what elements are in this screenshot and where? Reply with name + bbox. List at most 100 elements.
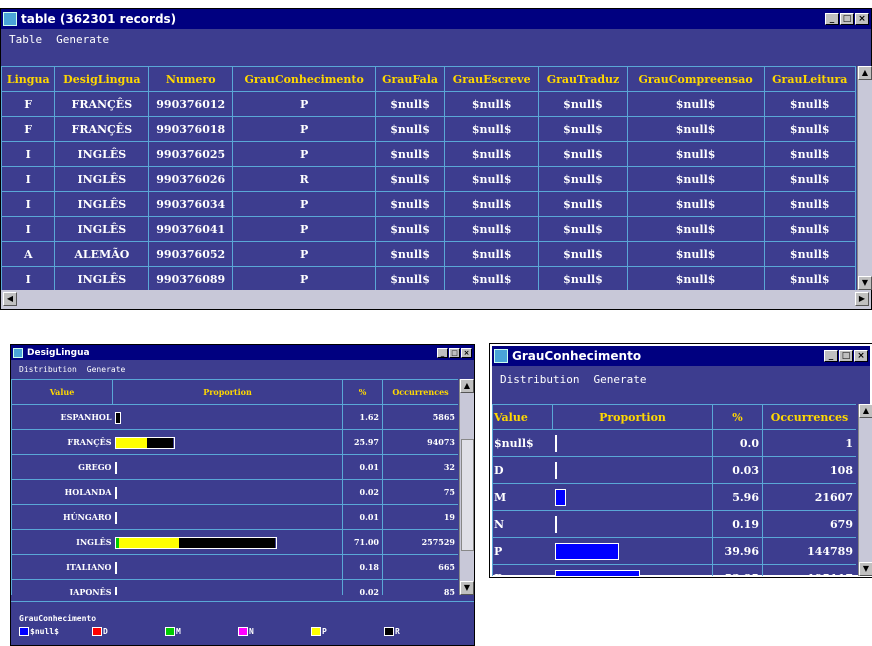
column-header[interactable]: Occurrences xyxy=(382,379,458,405)
legend-swatch xyxy=(92,627,102,636)
table-row[interactable]: I INGLÊS 990376026 R $null$ $null$ $null$ $null… xyxy=(1,166,856,192)
minimize-button[interactable]: _ xyxy=(824,350,838,362)
table-row[interactable]: F FRANÇÊS 990376012 P $null$ $null$ $null$ $nul… xyxy=(1,91,856,117)
column-header[interactable]: Occurrences xyxy=(762,404,856,430)
table-row[interactable]: I INGLÊS 990376041 P $null$ $null$ $null$ $null… xyxy=(1,216,856,242)
value-cell: ESPANHOL xyxy=(11,404,113,430)
table-row[interactable]: I INGLÊS 990376034 P $null$ $null$ $null$ $null… xyxy=(1,191,856,217)
table-menubar: Table Generate xyxy=(1,29,871,49)
scroll-right-button[interactable]: ▶ xyxy=(855,292,869,306)
grau-vertical-scrollbar[interactable]: ▲ ▼ xyxy=(858,404,872,576)
column-header[interactable]: Proportion xyxy=(552,404,713,430)
table-cell: $null$ xyxy=(626,191,765,217)
column-header[interactable]: % xyxy=(712,404,763,430)
close-button[interactable]: × xyxy=(461,347,472,358)
percent-cell: 0.19 xyxy=(712,510,763,538)
scroll-down-button[interactable]: ▼ xyxy=(858,276,872,290)
desiglingua-vertical-scrollbar[interactable]: ▲ ▼ xyxy=(459,379,474,595)
scroll-down-button[interactable]: ▼ xyxy=(460,581,474,595)
distribution-row[interactable]: $null$ 0.0 1 xyxy=(492,429,856,457)
grau-titlebar[interactable]: GrauConhecimento _ □ × xyxy=(492,346,870,366)
table-cell: $null$ xyxy=(538,141,628,167)
scroll-down-button[interactable]: ▼ xyxy=(859,562,872,576)
table-cell: F xyxy=(1,116,56,142)
scroll-up-button[interactable]: ▲ xyxy=(859,404,872,418)
distribution-table: Value Proportion% Occurrences ESPANHOL 1.62… xyxy=(11,379,458,595)
maximize-button[interactable]: □ xyxy=(449,347,460,358)
distribution-row[interactable]: ITALIANO 0.18 665 xyxy=(11,554,458,580)
column-header[interactable]: GrauLeitura xyxy=(763,66,856,92)
table-cell: $null$ xyxy=(763,116,856,142)
table-row[interactable]: I INGLÊS 990376089 P $null$ $null$ $null$ $null… xyxy=(1,266,856,290)
maximize-button[interactable]: □ xyxy=(840,13,854,25)
menu-distribution[interactable]: Distribution xyxy=(19,365,77,374)
legend-title: GrauConhecimento xyxy=(19,614,97,623)
column-header[interactable]: GrauConhecimento xyxy=(232,66,377,92)
column-header[interactable]: Lingua xyxy=(1,66,56,92)
table-vertical-scrollbar[interactable]: ▲ ▼ xyxy=(857,66,872,290)
desiglingua-titlebar[interactable]: DesigLingua _ □ × xyxy=(11,345,474,360)
table-cell: INGLÊS xyxy=(54,216,150,242)
percent-cell: 25.97 xyxy=(342,429,383,455)
menu-distribution[interactable]: Distribution xyxy=(500,373,579,386)
table-window: table (362301 records) _ □ × Table Gener… xyxy=(0,8,872,310)
menu-generate[interactable]: Generate xyxy=(593,373,646,386)
column-header[interactable]: Numero xyxy=(148,66,234,92)
scroll-up-button[interactable]: ▲ xyxy=(460,379,474,393)
menu-table[interactable]: Table xyxy=(9,33,42,46)
column-header[interactable]: GrauTraduz xyxy=(538,66,628,92)
minimize-button[interactable]: _ xyxy=(825,13,839,25)
distribution-row[interactable]: HÚNGARO 0.01 19 xyxy=(11,504,458,530)
table-row[interactable]: I INGLÊS 990376025 P $null$ $null$ $null$ $null… xyxy=(1,141,856,167)
legend-swatch xyxy=(19,627,29,636)
minimize-button[interactable]: _ xyxy=(437,347,448,358)
occurrences-cell: 1 xyxy=(762,429,856,457)
distribution-row[interactable]: FRANÇÊS 25.97 94073 xyxy=(11,429,458,455)
scroll-thumb[interactable] xyxy=(461,439,474,551)
table-cell: P xyxy=(232,141,377,167)
table-horizontal-scrollbar[interactable]: ◀ ▶ xyxy=(1,290,871,309)
column-header[interactable]: GrauEscreve xyxy=(444,66,540,92)
column-header[interactable]: Proportion xyxy=(112,379,343,405)
column-header[interactable]: Value xyxy=(11,379,113,405)
distribution-row[interactable]: P 39.96 144789 xyxy=(492,537,856,565)
column-header[interactable]: DesigLingua xyxy=(54,66,150,92)
table-cell: I xyxy=(1,266,56,290)
distribution-row[interactable]: D 0.03 108 xyxy=(492,456,856,484)
table-cell: 990376025 xyxy=(148,141,234,167)
menu-generate[interactable]: Generate xyxy=(56,33,109,46)
distribution-row[interactable]: GREGO 0.01 32 xyxy=(11,454,458,480)
distribution-row[interactable]: R 53.85195117 xyxy=(492,564,856,576)
distribution-row[interactable]: ESPANHOL 1.62 5865 xyxy=(11,404,458,430)
column-header[interactable]: GrauFala xyxy=(375,66,446,92)
desiglingua-app-icon xyxy=(13,347,23,358)
maximize-button[interactable]: □ xyxy=(839,350,853,362)
column-header[interactable]: % xyxy=(342,379,383,405)
close-button[interactable]: × xyxy=(855,13,869,25)
distribution-row[interactable]: N 0.19 679 xyxy=(492,510,856,538)
menu-generate[interactable]: Generate xyxy=(87,365,126,374)
distribution-row[interactable]: HOLANDA 0.02 75 xyxy=(11,479,458,505)
scroll-left-button[interactable]: ◀ xyxy=(3,292,17,306)
bar-segment xyxy=(147,437,174,448)
scroll-up-button[interactable]: ▲ xyxy=(858,66,872,80)
proportion-bar xyxy=(114,486,117,499)
legend-label: M xyxy=(176,627,181,636)
column-header[interactable]: Value xyxy=(492,404,553,430)
distribution-row[interactable]: JAPONÊS 0.02 85 xyxy=(11,579,458,595)
close-button[interactable]: × xyxy=(854,350,868,362)
table-window-titlebar[interactable]: table (362301 records) _ □ × xyxy=(1,9,871,29)
table-cell: $null$ xyxy=(626,216,765,242)
percent-cell: 5.96 xyxy=(712,483,763,511)
occurrences-cell: 195117 xyxy=(762,564,856,576)
occurrences-cell: 21607 xyxy=(762,483,856,511)
table-row[interactable]: A ALEMÃO 990376052 P $null$ $null$ $null$ $null… xyxy=(1,241,856,267)
table-row[interactable]: F FRANÇÊS 990376018 P $null$ $null$ $null$ $nul… xyxy=(1,116,856,142)
proportion-bar xyxy=(114,536,277,549)
distribution-row[interactable]: INGLÊS 71.00 257529 xyxy=(11,529,458,555)
proportion-cell xyxy=(552,483,713,511)
column-header[interactable]: GrauCompreensao xyxy=(626,66,765,92)
legend-items: $null$ D M N P R xyxy=(19,627,474,636)
distribution-row[interactable]: M 5.96 21607 xyxy=(492,483,856,511)
table-cell: P xyxy=(232,216,377,242)
